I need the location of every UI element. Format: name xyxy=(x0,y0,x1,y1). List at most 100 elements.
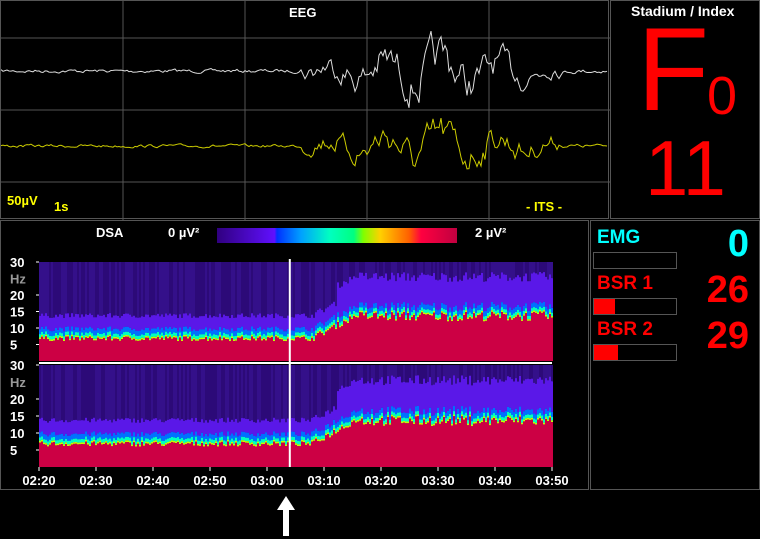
spectrogram-column xyxy=(469,416,471,467)
spectrogram-column xyxy=(197,339,199,341)
spectrogram-column xyxy=(551,420,553,423)
spectrogram-column xyxy=(175,437,177,442)
spectrogram-column xyxy=(259,446,261,467)
spectrogram-column xyxy=(523,416,525,420)
x-tick-label: 03:20 xyxy=(364,473,397,488)
spectrogram-column xyxy=(121,418,123,433)
spectrogram-column xyxy=(409,280,411,311)
spectrogram-column xyxy=(169,432,171,438)
spectrogram-column xyxy=(149,434,151,440)
spectrogram-column xyxy=(369,278,371,309)
spectrogram-column xyxy=(239,262,241,315)
spectrogram-column xyxy=(513,412,515,418)
spectrogram-column xyxy=(407,303,409,309)
spectrogram-column xyxy=(523,419,525,422)
spectrogram-column xyxy=(445,382,447,414)
spectrogram-column xyxy=(135,335,137,339)
spectrogram-column xyxy=(185,334,187,337)
spectrogram-column xyxy=(427,262,429,275)
spectrogram-column xyxy=(495,365,497,380)
param-level-fill xyxy=(594,345,618,360)
spectrogram-column xyxy=(247,437,249,442)
spectrogram-column xyxy=(213,443,215,446)
spectrogram-column xyxy=(303,313,305,327)
spectrogram-column xyxy=(229,318,231,332)
spectrogram-column xyxy=(219,313,221,327)
spectrogram-column xyxy=(549,417,551,467)
spectrogram-column xyxy=(475,423,477,467)
spectrogram-column xyxy=(211,434,213,440)
spectrogram-column xyxy=(123,313,125,328)
spectrogram-column xyxy=(325,435,327,467)
y-tick-label: 5 xyxy=(10,443,17,458)
spectrogram-column xyxy=(219,336,221,361)
spectrogram-column xyxy=(485,412,487,418)
spectrogram-column xyxy=(99,315,101,330)
spectrogram-column xyxy=(551,278,553,308)
spectrogram-column xyxy=(411,365,413,381)
spectrogram-column xyxy=(417,365,419,376)
spectrogram-column xyxy=(323,333,325,336)
spectrogram-column xyxy=(517,309,519,314)
spectrogram-column xyxy=(509,377,511,408)
spectrogram-column xyxy=(309,339,311,342)
spectrogram-column xyxy=(165,365,167,421)
spectrogram-column xyxy=(337,421,339,427)
spectrogram-column xyxy=(449,417,451,419)
spectrogram-column xyxy=(69,444,71,446)
spectrogram-column xyxy=(411,307,413,313)
timeline-cursor-arrow-icon[interactable] xyxy=(277,496,295,536)
spectrogram-column xyxy=(419,309,421,314)
spectrogram-column xyxy=(385,424,387,467)
spectrogram-column xyxy=(397,262,399,274)
spectrogram-column xyxy=(177,440,179,443)
spectrogram-column xyxy=(381,365,383,378)
spectrogram-column xyxy=(453,262,455,278)
spectrogram-column xyxy=(521,316,523,320)
spectrogram-column xyxy=(155,328,157,334)
spectrogram-column xyxy=(531,409,533,415)
spectrogram-column xyxy=(95,317,97,331)
spectrogram-column xyxy=(175,332,177,337)
spectrogram-column xyxy=(395,319,397,321)
spectrogram-column xyxy=(429,412,431,417)
spectrogram-column xyxy=(483,319,485,322)
spectrogram-column xyxy=(503,420,505,423)
spectrogram-column xyxy=(533,382,535,414)
spectrogram-column xyxy=(85,337,87,361)
spectrogram-column xyxy=(113,337,115,339)
spectrogram-column xyxy=(141,339,143,361)
spectrogram-column xyxy=(203,446,205,467)
spectrogram-column xyxy=(513,422,515,467)
spectrogram-column xyxy=(203,334,205,338)
spectrogram-column xyxy=(133,333,135,338)
spectrogram-column xyxy=(509,365,511,378)
spectrogram-column xyxy=(47,444,49,447)
spectrogram-column xyxy=(311,441,313,467)
spectrogram-column xyxy=(445,421,447,424)
spectrogram-column xyxy=(327,320,329,326)
spectrogram-column xyxy=(291,340,293,361)
spectrogram-column xyxy=(139,444,141,447)
spectrogram-column xyxy=(229,421,231,436)
spectrogram-column xyxy=(473,418,475,422)
spectrogram-column xyxy=(259,331,261,335)
spectrogram-column xyxy=(57,316,59,330)
spectrogram-column xyxy=(545,306,547,312)
spectrogram-column xyxy=(377,421,379,423)
spectrogram-column xyxy=(321,365,323,417)
spectrogram-column xyxy=(153,336,155,339)
spectrogram-column xyxy=(347,321,349,324)
spectrogram-column xyxy=(459,319,461,361)
spectrogram-column xyxy=(181,336,183,340)
spectrogram-column xyxy=(537,409,539,415)
spectrogram-column xyxy=(267,337,269,361)
spectrogram-column xyxy=(365,383,367,414)
spectrogram-column xyxy=(233,435,235,441)
spectrogram-column xyxy=(417,315,419,318)
spectrogram-column xyxy=(101,420,103,435)
spectrogram-column xyxy=(467,384,469,416)
spectrogram-column xyxy=(317,323,319,329)
spectrogram-column xyxy=(293,442,295,467)
spectrogram-column xyxy=(55,443,57,446)
